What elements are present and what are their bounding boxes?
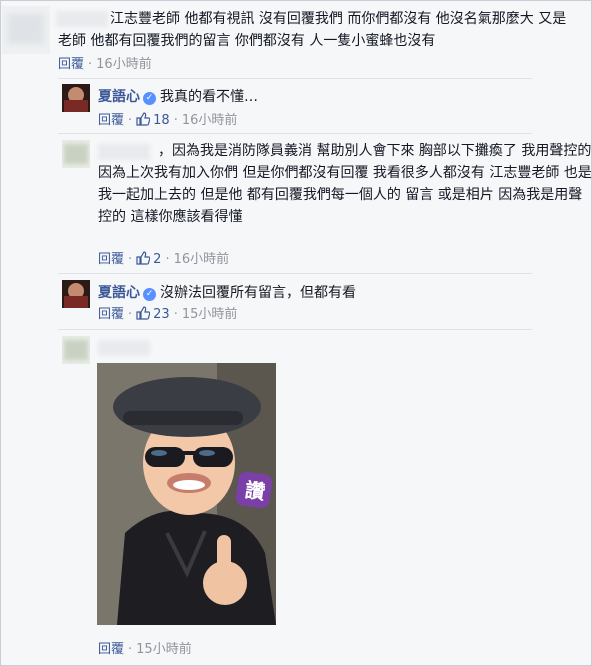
commenter-avatar[interactable] [62, 140, 90, 168]
verified-badge-icon: ✓ [143, 92, 156, 105]
commenter-avatar[interactable] [62, 336, 90, 364]
reply-meta: 回覆 · 18 · 16小時前 [98, 112, 238, 128]
divider [58, 133, 532, 134]
reply-link[interactable]: 回覆 [98, 642, 124, 657]
comment-time[interactable]: 16小時前 [96, 57, 152, 72]
like-count[interactable]: 23 [153, 307, 170, 322]
author-avatar[interactable] [62, 280, 90, 308]
reply-meta: 回覆 · 23 · 15小時前 [98, 306, 238, 322]
like-count[interactable]: 2 [153, 252, 161, 267]
redacted-commenter-name [98, 340, 150, 356]
reply-link[interactable]: 回覆 [98, 113, 124, 128]
author-name[interactable]: 夏語心 [98, 89, 140, 105]
reply-link[interactable]: 回覆 [98, 252, 124, 267]
thumbs-up-icon[interactable] [136, 112, 151, 126]
reply-time[interactable]: 15小時前 [136, 642, 192, 657]
reply-body: 夏語心 ✓ 沒辦法回覆所有留言，但都有看 [98, 282, 538, 304]
divider [58, 78, 532, 79]
reply-link[interactable]: 回覆 [58, 57, 84, 72]
reply-text: 我真的看不懂… [160, 89, 258, 105]
reply-meta: 回覆 · 15小時前 [98, 642, 192, 657]
thumbs-up-icon[interactable] [136, 306, 151, 320]
reply-time[interactable]: 16小時前 [174, 252, 230, 267]
reply-text: 沒辦法回覆所有留言，但都有看 [160, 285, 356, 301]
thumbs-up-icon[interactable] [136, 251, 151, 265]
divider [58, 329, 532, 330]
reply-time[interactable]: 16小時前 [182, 113, 238, 128]
comment-text: 江志豐老師 他都有視訊 沒有回覆我們 而你們都沒有 他沒名氣那麼大 又是老師 他… [58, 11, 567, 49]
comment-meta: 回覆 · 16小時前 [58, 57, 152, 72]
commenter-avatar[interactable] [2, 6, 50, 54]
author-name[interactable]: 夏語心 [98, 285, 140, 301]
reply-link[interactable]: 回覆 [98, 307, 124, 322]
reply-text: ，因為我是消防隊員義消 幫助別人會下來 胸部以下攤瘓了 我用聲控的 因為上次我有… [98, 143, 592, 225]
like-sticker-badge: 讚 [243, 477, 267, 505]
like-count[interactable]: 18 [153, 113, 170, 128]
verified-badge-icon: ✓ [143, 288, 156, 301]
divider [58, 273, 532, 274]
reply-meta: 回覆 · 2 · 16小時前 [98, 251, 230, 267]
reply-body: 夏語心 ✓ 我真的看不懂… [98, 86, 538, 108]
author-avatar[interactable] [62, 84, 90, 112]
reply-time[interactable]: 15小時前 [182, 307, 238, 322]
attached-photo[interactable]: 讚 [97, 363, 276, 625]
